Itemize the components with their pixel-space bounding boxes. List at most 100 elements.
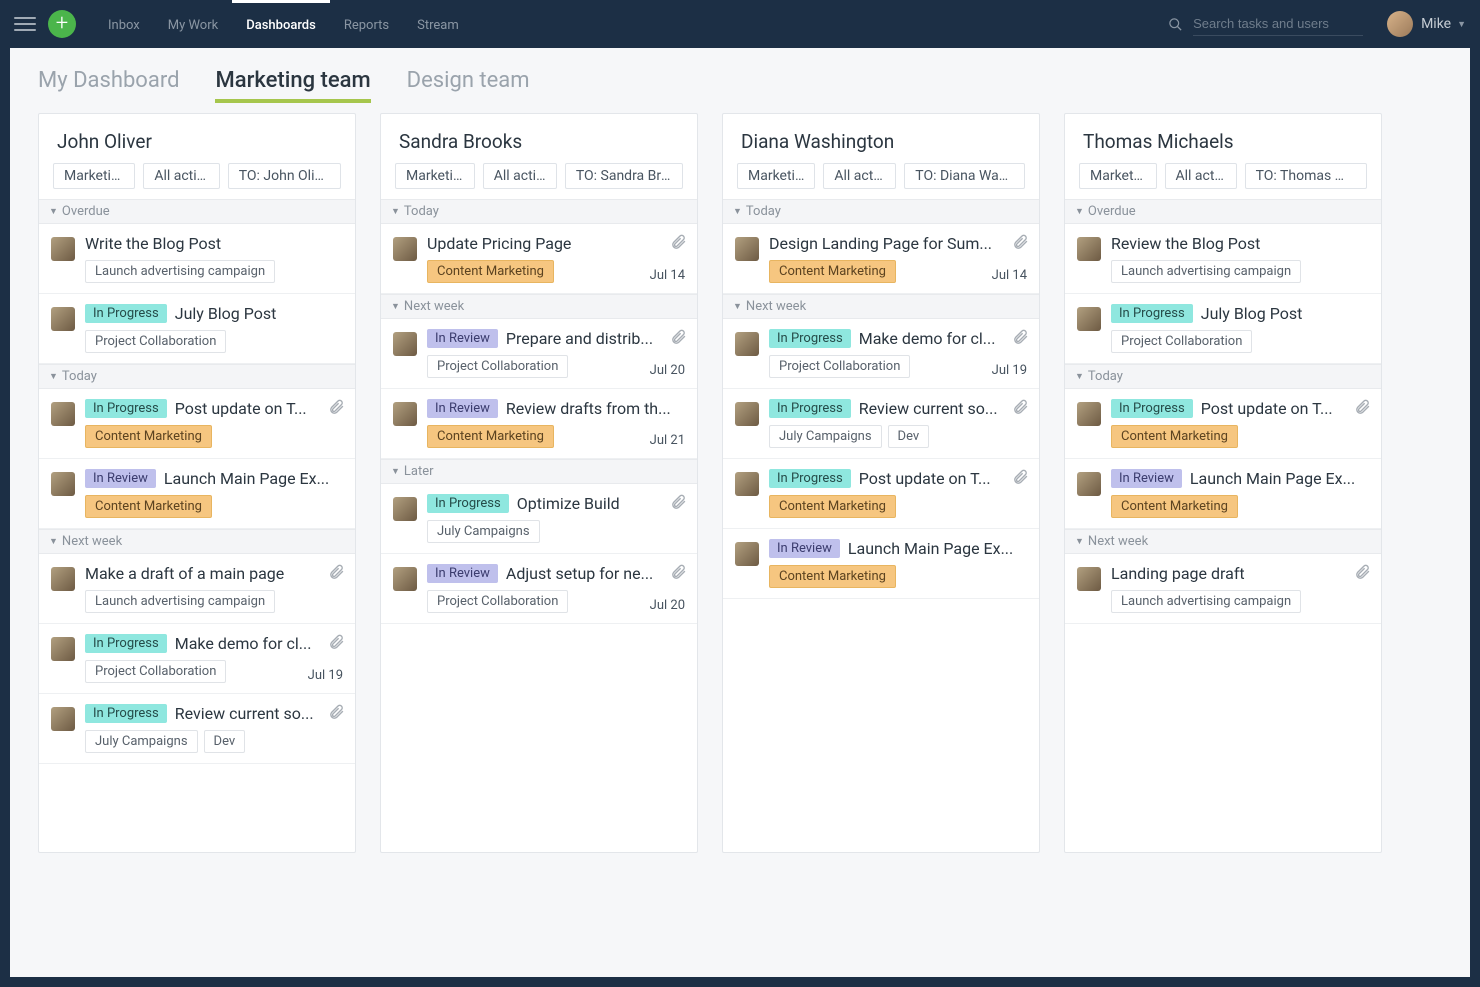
section-header[interactable]: ▼Next week <box>723 294 1039 319</box>
task-row[interactable]: In ProgressOptimize BuildJuly Campaigns <box>381 484 697 554</box>
filter-chip[interactable]: TO: Thomas Mic... <box>1245 163 1367 189</box>
task-row[interactable]: In ReviewReview drafts from th...Content… <box>381 389 697 459</box>
section-header[interactable]: ▼Next week <box>381 294 697 319</box>
filter-chip[interactable]: Marketing <box>737 163 815 189</box>
task-row[interactable]: In ReviewLaunch Main Page Ex...Content M… <box>39 459 355 529</box>
chevron-down-icon: ▼ <box>391 466 400 477</box>
task-row[interactable]: In ProgressJuly Blog PostProject Collabo… <box>1065 294 1381 364</box>
add-button[interactable]: + <box>48 10 76 38</box>
menu-icon[interactable] <box>14 13 36 35</box>
filter-chip[interactable]: TO: John Oliver <box>228 163 341 189</box>
task-tag: Content Marketing <box>85 425 212 448</box>
section-label: Next week <box>62 534 122 549</box>
column-title: John Oliver <box>39 114 355 163</box>
chevron-down-icon: ▼ <box>391 206 400 217</box>
section-header[interactable]: ▼Today <box>39 364 355 389</box>
section-header[interactable]: ▼Overdue <box>39 199 355 224</box>
assignee-avatar <box>735 472 759 496</box>
filter-chip[interactable]: All active <box>143 163 219 189</box>
column: John OliverMarketing All active TO: John O… <box>38 113 356 853</box>
filter-chip[interactable]: All active <box>483 163 557 189</box>
task-row[interactable]: In ProgressReview current so...July Camp… <box>723 389 1039 459</box>
task-row[interactable]: Make a draft of a main pageLaunch advert… <box>39 554 355 624</box>
assignee-avatar <box>51 237 75 261</box>
filter-chip[interactable]: TO: Sandra Bro... <box>565 163 683 189</box>
section-header[interactable]: ▼Later <box>381 459 697 484</box>
chevron-down-icon: ▼ <box>49 371 58 382</box>
board: John OliverMarketingAll activeTO: John O… <box>10 113 1470 881</box>
task-row[interactable]: Landing page draftLaunch advertising cam… <box>1065 554 1381 624</box>
task-row[interactable]: In ProgressJuly Blog PostProject Collabo… <box>39 294 355 364</box>
tab-design-team[interactable]: Design team <box>407 68 530 103</box>
task-row[interactable]: In ProgressPost update on T...Content Ma… <box>723 459 1039 529</box>
attachment-icon <box>1354 564 1371 585</box>
user-menu[interactable]: Mike ▼ <box>1387 11 1466 37</box>
section-header[interactable]: ▼Next week <box>39 529 355 554</box>
task-row[interactable]: In ReviewLaunch Main Page Ex...Content M… <box>1065 459 1381 529</box>
task-title: Review drafts from th... <box>506 399 671 418</box>
status-badge: In Progress <box>769 399 851 418</box>
search-icon[interactable] <box>1168 17 1183 32</box>
chevron-down-icon: ▼ <box>1457 19 1466 30</box>
column-title: Sandra Brooks <box>381 114 697 163</box>
task-tag: July Campaigns <box>85 730 198 753</box>
status-badge: In Review <box>427 399 498 418</box>
attachment-icon <box>328 634 345 655</box>
task-tag: Project Collaboration <box>85 660 226 683</box>
section-header[interactable]: ▼Today <box>723 199 1039 224</box>
attachment-icon <box>328 704 345 725</box>
assignee-avatar <box>1077 567 1101 591</box>
task-title: Make demo for cl... <box>859 329 996 348</box>
attachment-icon <box>670 234 687 255</box>
filter-chip[interactable]: Marketing <box>1079 163 1157 189</box>
tab-marketing-team[interactable]: Marketing team <box>215 68 370 103</box>
assignee-avatar <box>393 567 417 591</box>
task-row[interactable]: Review the Blog PostLaunch advertising c… <box>1065 224 1381 294</box>
status-badge: In Review <box>427 564 498 583</box>
nav-item-dashboards[interactable]: Dashboards <box>232 0 330 48</box>
task-row[interactable]: Design Landing Page for Sum... Content Ma… <box>723 224 1039 294</box>
task-row[interactable]: In ProgressMake demo for cl...Project Co… <box>723 319 1039 389</box>
content-area: My Dashboard Marketing team Design team Jo… <box>10 48 1470 977</box>
column: Sandra BrooksMarketing All active TO: Sand… <box>380 113 698 853</box>
task-row[interactable]: In ProgressPost update on T...Content Ma… <box>1065 389 1381 459</box>
nav-item-reports[interactable]: Reports <box>330 0 403 48</box>
task-row[interactable]: Write the Blog PostLaunch advertising ca… <box>39 224 355 294</box>
status-badge: In Review <box>85 469 156 488</box>
section-label: Overdue <box>62 204 110 219</box>
task-row[interactable]: In ProgressMake demo for cl...Project Co… <box>39 624 355 694</box>
task-row[interactable]: In ReviewAdjust setup for ne...Project C… <box>381 554 697 624</box>
filter-chip[interactable]: TO: Diana Wash... <box>904 163 1025 189</box>
section-label: Next week <box>404 299 464 314</box>
section-label: Next week <box>746 299 806 314</box>
task-row[interactable]: In ProgressReview current so...July Camp… <box>39 694 355 764</box>
chevron-down-icon: ▼ <box>1075 206 1084 217</box>
nav-item-inbox[interactable]: Inbox <box>94 0 154 48</box>
task-row[interactable]: In ReviewPrepare and distrib...Project C… <box>381 319 697 389</box>
section-header[interactable]: ▼Today <box>1065 364 1381 389</box>
filter-chip[interactable]: All active <box>1165 163 1237 189</box>
section-header[interactable]: ▼Next week <box>1065 529 1381 554</box>
assignee-avatar <box>1077 307 1101 331</box>
assignee-avatar <box>51 707 75 731</box>
filter-chip[interactable]: Marketing <box>53 163 135 189</box>
task-title: Design Landing Page for Sum... <box>769 234 992 253</box>
attachment-icon <box>1012 399 1029 420</box>
nav-item-my-work[interactable]: My Work <box>154 0 232 48</box>
section-header[interactable]: ▼Overdue <box>1065 199 1381 224</box>
task-tag: Content Marketing <box>1111 425 1238 448</box>
task-row[interactable]: In ReviewLaunch Main Page Ex...Content M… <box>723 529 1039 599</box>
filter-chip[interactable]: Marketing <box>395 163 475 189</box>
task-row[interactable]: In ProgressPost update on T...Content Ma… <box>39 389 355 459</box>
task-title: Post update on T... <box>1201 399 1333 418</box>
search-input[interactable] <box>1193 12 1363 36</box>
task-title: July Blog Post <box>175 304 277 323</box>
nav-item-stream[interactable]: Stream <box>403 0 473 48</box>
task-tag: Content Marketing <box>769 260 896 283</box>
filter-chip[interactable]: All active <box>823 163 896 189</box>
section-header[interactable]: ▼Today <box>381 199 697 224</box>
task-title: Write the Blog Post <box>85 234 221 253</box>
status-badge: In Progress <box>85 704 167 723</box>
tab-my-dashboard[interactable]: My Dashboard <box>38 68 179 103</box>
task-row[interactable]: Update Pricing PageContent MarketingJul … <box>381 224 697 294</box>
